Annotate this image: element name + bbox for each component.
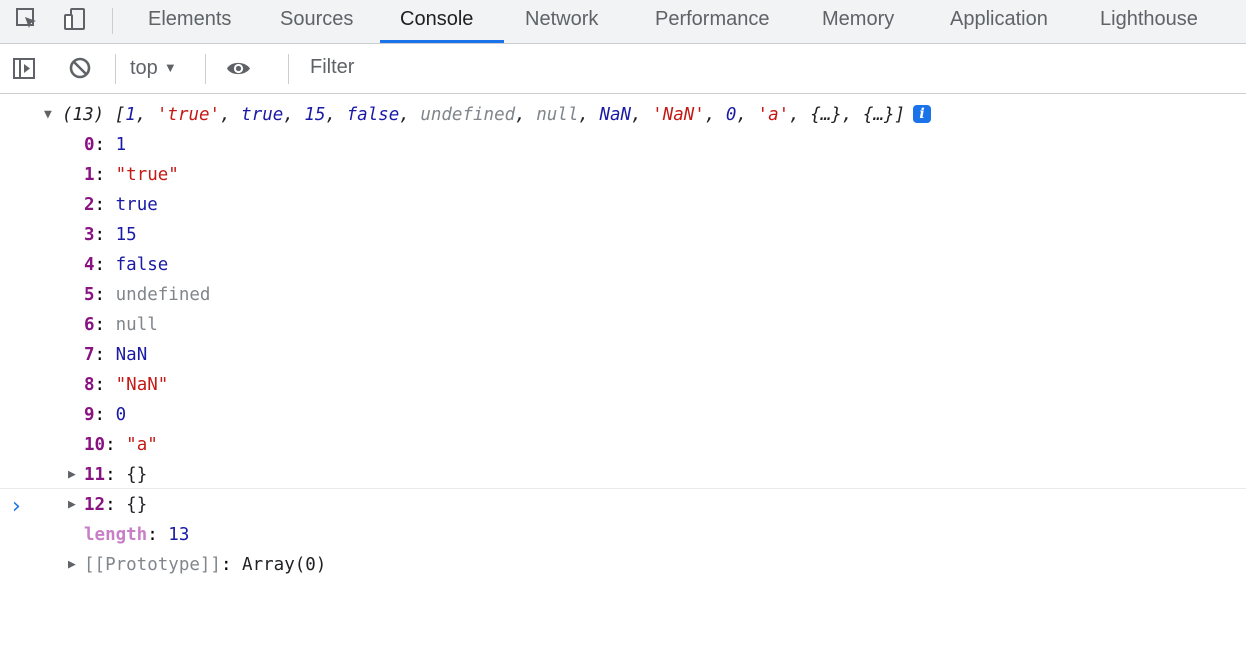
toolbar-separator xyxy=(115,54,116,84)
array-entry-row: 7: NaN xyxy=(84,345,148,365)
tab-elements[interactable]: Elements xyxy=(148,0,231,44)
summary-item: 'a' xyxy=(757,105,790,125)
array-length-label: (13) xyxy=(62,105,105,125)
console-toolbar: top ▼ xyxy=(0,44,1246,94)
array-entry-row: 2: true xyxy=(84,195,158,215)
entry-key: 1 xyxy=(84,165,95,185)
entry-value: NaN xyxy=(115,345,148,365)
entry-value: false xyxy=(115,255,169,275)
array-entry-row: 10: "a" xyxy=(84,435,158,455)
tab-lighthouse[interactable]: Lighthouse xyxy=(1100,0,1198,44)
entry-key: 12 xyxy=(84,495,106,515)
array-entry-row: 6: null xyxy=(84,315,158,335)
entry-value: "NaN" xyxy=(115,375,169,395)
tab-performance[interactable]: Performance xyxy=(655,0,770,44)
tab-sources[interactable]: Sources xyxy=(280,0,353,44)
entry-value: null xyxy=(115,315,158,335)
context-selector[interactable]: top ▼ xyxy=(130,54,177,82)
entry-key: 3 xyxy=(84,225,95,245)
entry-value: {} xyxy=(126,495,148,515)
summary-item: 15 xyxy=(304,105,326,125)
entry-value: Array(0) xyxy=(242,555,327,575)
summary-item: 'true' xyxy=(156,105,221,125)
live-expression-eye-icon[interactable] xyxy=(226,56,252,82)
tabbar-separator xyxy=(112,8,113,34)
summary-item: true xyxy=(241,105,284,125)
bracket-open: [ xyxy=(114,105,126,125)
tab-console[interactable]: Console xyxy=(400,0,473,44)
active-tab-indicator xyxy=(380,40,504,43)
device-toolbar-icon[interactable] xyxy=(62,6,88,32)
entry-key: length xyxy=(84,525,148,545)
entry-value: {} xyxy=(126,465,148,485)
bracket-close: ] xyxy=(894,105,906,125)
array-entry-row[interactable]: ▶ 11: {} xyxy=(68,460,148,490)
entry-key: 0 xyxy=(84,135,95,155)
entry-key: 10 xyxy=(84,435,106,455)
summary-item: {…} xyxy=(862,105,895,125)
summary-item: 1 xyxy=(125,105,136,125)
array-entry-row: 9: 0 xyxy=(84,405,127,425)
toolbar-separator xyxy=(205,54,206,84)
entry-key: 7 xyxy=(84,345,95,365)
sidebar-toggle-icon[interactable] xyxy=(12,56,38,82)
entry-key: 2 xyxy=(84,195,95,215)
array-entry-row: 3: 15 xyxy=(84,225,137,245)
array-entry-row: 5: undefined xyxy=(84,285,211,305)
dropdown-arrow-icon: ▼ xyxy=(163,60,177,75)
entry-key: 8 xyxy=(84,375,95,395)
array-entry-row: 0: 1 xyxy=(84,135,127,155)
tab-memory[interactable]: Memory xyxy=(822,0,894,44)
entry-value: 13 xyxy=(168,525,190,545)
array-entry-row: length: 13 xyxy=(84,525,190,545)
context-label: top xyxy=(130,57,158,79)
entry-key: 6 xyxy=(84,315,95,335)
summary-item: undefined xyxy=(420,105,516,125)
array-summary-row[interactable]: ▼ (13) [1, 'true', true, 15, false, unde… xyxy=(44,100,932,130)
console-prompt-icon[interactable]: › xyxy=(12,494,21,519)
expand-triangle-icon[interactable]: ▶ xyxy=(68,550,80,580)
array-entry-row[interactable]: ▶ 12: {} xyxy=(68,490,148,520)
summary-item: {…} xyxy=(810,105,842,125)
entry-value: 15 xyxy=(115,225,137,245)
entry-key: 5 xyxy=(84,285,95,305)
entry-value: "a" xyxy=(126,435,158,455)
info-icon[interactable]: i xyxy=(913,105,932,123)
devtools-tabbar: Elements Sources Console Network Performance… xyxy=(0,0,1246,44)
entry-value: true xyxy=(115,195,158,215)
entry-value: 1 xyxy=(115,135,127,155)
array-entry-row: 4: false xyxy=(84,255,169,275)
array-summary: (13) [1, 'true', true, 15, false, undefi… xyxy=(62,100,932,130)
summary-item: false xyxy=(346,105,400,125)
filter-input[interactable] xyxy=(300,51,1246,83)
expand-triangle-icon[interactable]: ▶ xyxy=(68,490,80,520)
entry-value: "true" xyxy=(115,165,179,185)
summary-item: 'NaN' xyxy=(652,105,705,125)
entry-value: 0 xyxy=(115,405,127,425)
expand-triangle-icon[interactable]: ▶ xyxy=(68,460,80,490)
entry-key: 11 xyxy=(84,465,106,485)
array-entry-row: 8: "NaN" xyxy=(84,375,169,395)
tab-application[interactable]: Application xyxy=(950,0,1048,44)
summary-item: 0 xyxy=(725,105,737,125)
summary-item: NaN xyxy=(599,105,632,125)
inspect-element-icon[interactable] xyxy=(14,6,40,32)
array-entry-row: 1: "true" xyxy=(84,165,179,185)
entry-key: [[Prototype]] xyxy=(84,555,221,575)
entry-key: 9 xyxy=(84,405,95,425)
expand-triangle-icon[interactable]: ▼ xyxy=(44,100,56,130)
tab-network[interactable]: Network xyxy=(525,0,598,44)
entry-value: undefined xyxy=(115,285,211,305)
array-entry-row[interactable]: ▶ [[Prototype]]: Array(0) xyxy=(68,550,327,580)
prompt-divider xyxy=(0,488,1246,489)
clear-console-icon[interactable] xyxy=(68,56,94,82)
summary-item: null xyxy=(536,105,579,125)
toolbar-separator xyxy=(288,54,289,84)
entry-key: 4 xyxy=(84,255,95,275)
